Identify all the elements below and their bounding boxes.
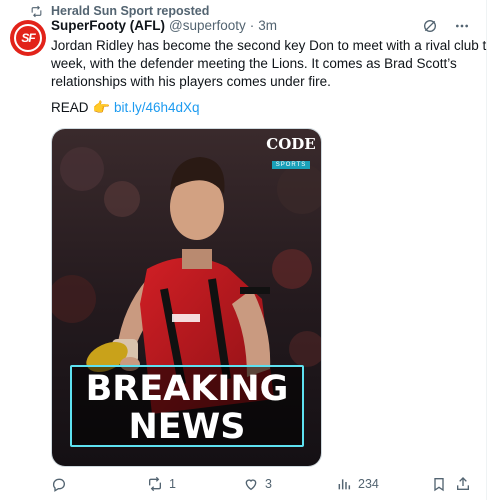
headline-line1: BREAKING [85,369,289,409]
timestamp[interactable]: 3m [258,18,277,33]
grok-icon[interactable] [422,18,438,34]
reply-button[interactable] [51,476,73,492]
avatar[interactable]: SF [10,20,46,56]
like-button[interactable]: 3 [243,476,272,492]
pointing-hand-emoji: 👉 [92,99,110,115]
headline-line2: NEWS [128,407,246,447]
repost-text: Herald Sun Sport reposted [51,4,210,18]
reply-icon [52,478,65,492]
codesports-logo: CODE SPORTS [266,135,316,169]
bookmark-icon [434,478,444,492]
breaking-news-banner: BREAKING NEWS [70,365,304,447]
repost-icon [149,476,161,492]
repost-indicator[interactable]: Herald Sun Sport reposted [30,3,209,19]
header-actions [422,18,470,34]
like-icon [245,479,257,491]
views-icon [338,479,351,490]
author-handle[interactable]: @superfooty [169,18,246,33]
share-button[interactable] [455,476,471,492]
repost-button[interactable]: 1 [147,476,176,492]
tweet-header: SuperFooty (AFL) @superfooty · 3m [51,18,277,33]
tweet-text: Jordan Ridley has become the second key … [51,37,487,91]
repost-count: 1 [169,477,176,491]
views-button[interactable]: 234 [336,476,379,492]
avatar-logo: SF [14,24,42,52]
author-name[interactable]: SuperFooty (AFL) [51,18,165,33]
tweet-text-line: Jordan Ridley has become the second key … [51,38,487,53]
article-link[interactable]: bit.ly/46h4dXq [114,100,200,115]
more-icon[interactable] [454,18,470,34]
tweet-text-line: week, with the defender meeting the Lion… [51,56,457,71]
repost-icon [31,5,42,17]
media-image[interactable]: CODE SPORTS BREAKING NEWS [51,128,322,467]
separator-dot: · [249,18,255,33]
tweet-text-line: relationships with his players comes und… [51,74,331,89]
share-icon [457,477,469,490]
like-count: 3 [265,477,272,491]
tweet-actions: 1 3 234 [51,476,471,496]
logo-big-text: CODE [266,135,316,153]
bookmark-button[interactable] [431,476,447,492]
tweet[interactable]: Herald Sun Sport reposted SF SuperFooty … [0,0,487,500]
read-label: READ [51,100,89,115]
read-line: READ 👉 bit.ly/46h4dXq [51,99,200,116]
views-count: 234 [358,477,379,491]
logo-small-text: SPORTS [271,161,311,169]
